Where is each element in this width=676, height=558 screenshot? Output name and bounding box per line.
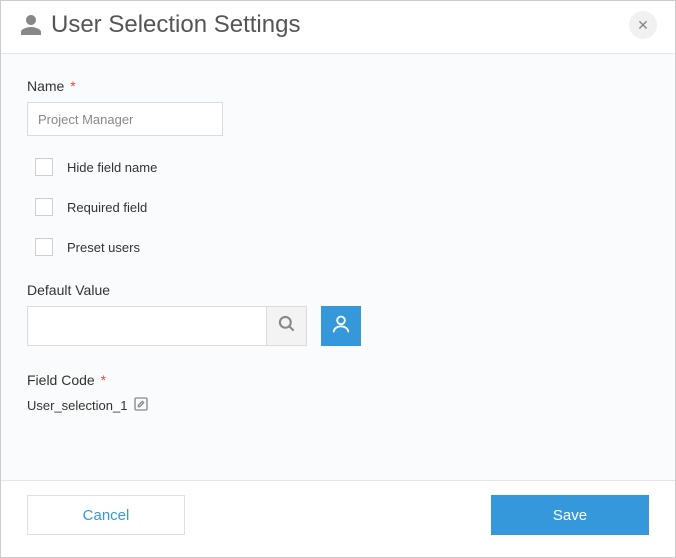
user-selection-settings-modal: User Selection Settings ✕ Name * Hide fi… bbox=[0, 0, 676, 558]
field-code-row: User_selection_1 bbox=[27, 396, 649, 415]
preset-users-label: Preset users bbox=[67, 240, 140, 255]
cancel-button-label: Cancel bbox=[83, 507, 130, 524]
name-label: Name * bbox=[27, 78, 649, 94]
default-value-input[interactable] bbox=[27, 306, 267, 346]
name-required-mark: * bbox=[70, 78, 75, 94]
save-button[interactable]: Save bbox=[491, 495, 649, 535]
name-label-text: Name bbox=[27, 78, 64, 94]
default-value-label: Default Value bbox=[27, 282, 649, 298]
default-value-user-picker-button[interactable] bbox=[321, 306, 361, 346]
close-button[interactable]: ✕ bbox=[629, 11, 657, 39]
search-icon bbox=[277, 314, 297, 339]
required-field-row: Required field bbox=[35, 198, 649, 216]
cancel-button[interactable]: Cancel bbox=[27, 495, 185, 535]
save-button-label: Save bbox=[553, 507, 587, 524]
name-input[interactable] bbox=[27, 102, 223, 136]
modal-footer: Cancel Save bbox=[1, 480, 675, 557]
hide-field-name-label: Hide field name bbox=[67, 160, 157, 175]
preset-users-checkbox[interactable] bbox=[35, 238, 53, 256]
hide-field-name-row: Hide field name bbox=[35, 158, 649, 176]
modal-title: User Selection Settings bbox=[51, 11, 629, 39]
user-icon bbox=[19, 13, 43, 37]
required-field-checkbox[interactable] bbox=[35, 198, 53, 216]
close-icon: ✕ bbox=[637, 17, 649, 34]
hide-field-name-checkbox[interactable] bbox=[35, 158, 53, 176]
modal-header: User Selection Settings ✕ bbox=[1, 1, 675, 54]
required-field-label: Required field bbox=[67, 200, 147, 215]
field-code-required-mark: * bbox=[101, 372, 106, 388]
default-value-row bbox=[27, 306, 649, 346]
field-code-edit-button[interactable] bbox=[133, 396, 149, 415]
field-code-label-text: Field Code bbox=[27, 372, 95, 388]
modal-body: Name * Hide field name Required field Pr… bbox=[1, 54, 675, 480]
user-picker-icon bbox=[330, 313, 352, 340]
pencil-icon bbox=[133, 396, 149, 415]
default-value-search-button[interactable] bbox=[267, 306, 307, 346]
field-code-value: User_selection_1 bbox=[27, 398, 127, 413]
preset-users-row: Preset users bbox=[35, 238, 649, 256]
field-code-label: Field Code * bbox=[27, 372, 649, 388]
